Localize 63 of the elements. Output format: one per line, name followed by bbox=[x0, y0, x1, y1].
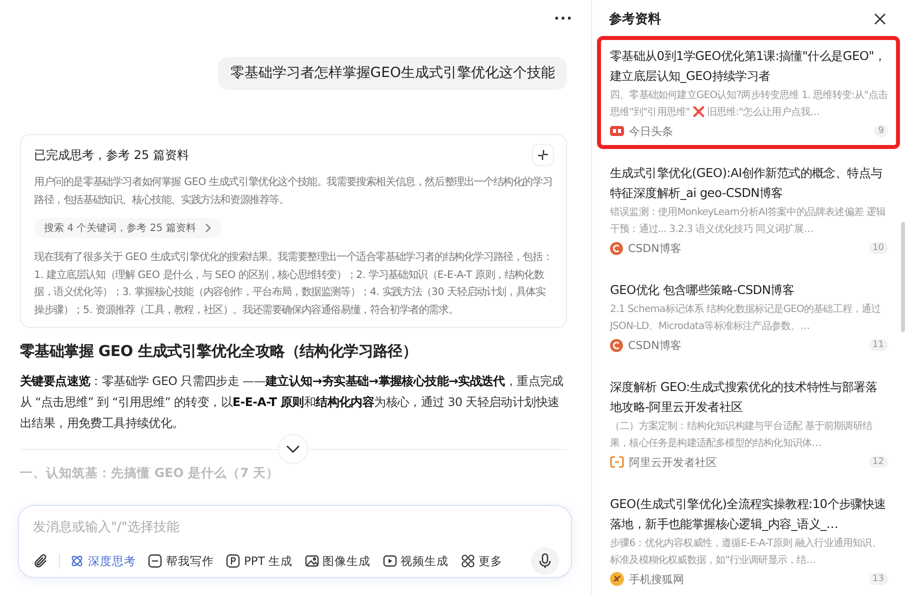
chevron-right-icon bbox=[204, 223, 212, 233]
source-name: 今日头条 bbox=[629, 124, 674, 138]
document-icon bbox=[148, 554, 162, 568]
bracket-logo-icon bbox=[610, 456, 624, 468]
microphone-button[interactable] bbox=[531, 547, 559, 575]
news-logo-icon bbox=[610, 126, 624, 136]
reference-card[interactable]: 零基础从0到1学GEO优化第1课:搞懂"什么是GEO"，建立底层认知_GEO持续学习者 四、零基础如何建立GEO认知?两步转变思维 1. 思维转变:从"点击思维"到"引用思维" ❌ 旧思维:"怎么让用户点我… 今日头条 9 bbox=[597, 36, 900, 149]
reference-title: 深度解析 GEO:生成式搜索优化的技术特性与部署落地攻略-阿里云开发者社区 bbox=[610, 379, 878, 416]
source-name: CSDN博客 bbox=[628, 338, 682, 352]
answer-paragraph: 关键要点速览：零基础学 GEO 只需四步走 ——建立认知→夯实基础→掌握核心技能→实战迭代，重点完成从 “点击思维” 到 “引用思维” 的转变，以E-E-A-T 原则和结构化内容为核心，通过 30 天轻启动计划快速出结果，用免费工具持续优化。 bbox=[20, 373, 564, 432]
reference-title: GEO优化 包含哪些策略-CSDN博客 bbox=[610, 282, 796, 299]
tool-button[interactable]: 深度思考 bbox=[70, 554, 136, 568]
image-icon bbox=[304, 554, 319, 568]
tool-button[interactable]: 帮我写作 bbox=[148, 554, 214, 568]
collapse-button[interactable] bbox=[532, 144, 554, 166]
reference-card[interactable]: 生成式引擎优化(GEO):AI创作新范式的概念、特点与特征深度解析_ai geo-CSDN博客 错误监测：使用MonkeyLearn分析AI答案中的品牌表述偏差 逻辑干预：通过... 3.2.3 语义优化技巧 同义词扩展… CSDN博客 10 bbox=[597, 153, 900, 266]
reference-title: GEO(生成式引擎优化)全流程实操教程:10个步骤快速落地，新手也能掌握核心逻辑_内容_语义_… bbox=[610, 496, 887, 533]
reference-snippet: 错误监测：使用MonkeyLearn分析AI答案中的品牌表述偏差 逻辑干预：通过... 3.2.3 语义优化技巧 同义词扩展… bbox=[610, 206, 887, 237]
attach-button[interactable] bbox=[33, 553, 49, 569]
answer-heading: 零基础掌握 GEO 生成式引擎优化全攻略（结构化学习路径） bbox=[20, 341, 418, 362]
p-letter-icon bbox=[226, 554, 240, 568]
panel-title: 参考资料 bbox=[609, 11, 661, 28]
chevron-down-icon bbox=[286, 444, 300, 454]
tool-button[interactable]: 更多 bbox=[460, 554, 503, 568]
reference-card[interactable]: GEO(生成式引擎优化)全流程实操教程:10个步骤快速落地，新手也能掌握核心逻辑_内容_语义_… 步骤6：优化内容权威性，遵循E-E-A-T原则 融入行业通用知识、标准及模糊化权威数据，如"行业调研显示，结… 手机搜狐网 13 bbox=[597, 484, 900, 594]
citation-number: 12 bbox=[868, 456, 888, 468]
scrollbar-thumb[interactable] bbox=[901, 222, 905, 332]
more-menu-button[interactable]: ··· bbox=[554, 11, 573, 27]
reference-title: 生成式引擎优化(GEO):AI创作新范式的概念、特点与特征深度解析_ai geo-CSDN博客 bbox=[610, 165, 884, 202]
reference-snippet: 2.1 Schema标记体系 结构化数据标记是GEO的基础工程，通过JSON-LD、Microdata等标准标注产品参数、… bbox=[610, 302, 882, 334]
thinking-title: 已完成思考，参考 25 篇资料 bbox=[34, 146, 189, 164]
reference-snippet: 四、零基础如何建立GEO认知?两步转变思维 1. 思维转变:从"点击思维"到"引用思维" ❌ 旧思维:"怎么让用户点我… bbox=[610, 88, 888, 120]
scroll-down-button[interactable] bbox=[278, 434, 308, 464]
atom-icon bbox=[70, 554, 84, 568]
play-icon bbox=[382, 554, 397, 568]
citation-number: 9 bbox=[874, 125, 888, 137]
tool-button[interactable]: 视频生成 bbox=[382, 554, 449, 568]
source-name: 手机搜狐网 bbox=[629, 572, 685, 586]
microphone-icon bbox=[538, 553, 552, 569]
source-name: 阿里云开发者社区 bbox=[629, 454, 718, 470]
thinking-text: 现在我有了很多关于 GEO 生成式引擎优化的搜索结果。我需要整理出一个适合零基础学习者的结构化学习路径，包括：1. 建立底层认知（理解 GEO 是什么，与 SEO 的区别，核心思维转变）；2. 学习基础知识（E-E-A-T 原则，结构化数据，语义优化等）；3. 掌握核心技能（内容创作，平台布局，数据监测等）；4. 实践方法（30 天轻启动计划，具体实操步骤）；5. 资源推荐（工具，教程，社区）。我还需要确保内容通俗易懂，符合初学者的需求。 bbox=[34, 250, 554, 318]
close-icon bbox=[874, 13, 886, 25]
reference-card[interactable]: GEO优化 包含哪些策略-CSDN博客 2.1 Schema标记体系 结构化数据标记是GEO的基础工程，通过JSON-LD、Microdata等标准标注产品参数、… CSDN博客 11 bbox=[597, 270, 900, 363]
reference-title: 零基础从0到1学GEO优化第1课:搞懂"什么是GEO"，建立底层认知_GEO持续学习者 bbox=[610, 48, 887, 85]
grid-icon bbox=[460, 554, 475, 568]
citation-number: 10 bbox=[868, 242, 888, 254]
user-message: 零基础学习者怎样掌握GEO生成式引擎优化这个技能 bbox=[218, 57, 567, 90]
citation-number: 11 bbox=[868, 339, 888, 351]
citation-number: 13 bbox=[868, 573, 888, 585]
thinking-text: 用户问的是零基础学习者如何掌握 GEO 生成式引擎优化这个技能。我需要搜索相关信息，然后整理出一个结构化的学习路径，包括基础知识、核心技能、实践方法和资源推荐等。 bbox=[34, 175, 554, 208]
close-button[interactable] bbox=[874, 13, 886, 25]
paperclip-icon bbox=[33, 553, 49, 569]
message-input[interactable]: 发消息或输入"/"选择技能 深度思考 帮我写作 PPT 生成 图像生成 视频生成 更多 bbox=[18, 505, 572, 578]
reference-snippet: 步骤6：优化内容权威性，遵循E-E-A-T原则 融入行业通用知识、标准及模糊化权威数据，如"行业调研显示，结… bbox=[610, 536, 882, 568]
c-letter-icon bbox=[610, 338, 623, 352]
c-letter-icon bbox=[610, 242, 623, 254]
tool-button[interactable]: PPT 生成 bbox=[226, 554, 293, 568]
tool-button[interactable]: 图像生成 bbox=[304, 554, 371, 568]
reference-snippet: （二）方案定制：结构化知识构建与平台适配 基于前期调研结果，核心任务是构建适配多模型的结构化知识体… bbox=[610, 420, 874, 451]
search-summary-chip[interactable]: 搜索 4 个关键词，参考 25 篇资料 bbox=[34, 218, 222, 238]
reference-card[interactable]: 深度解析 GEO:生成式搜索优化的技术特性与部署落地攻略-阿里云开发者社区 （二）方案定制：结构化知识构建与平台适配 基于前期调研结果，核心任务是构建适配多模型的结构化知识体… 阿里云开发者社区 12 bbox=[597, 367, 900, 480]
section-heading: 一、认知筑基：先搞懂 GEO 是什么（7 天） bbox=[20, 465, 280, 481]
source-name: CSDN博客 bbox=[628, 240, 682, 256]
